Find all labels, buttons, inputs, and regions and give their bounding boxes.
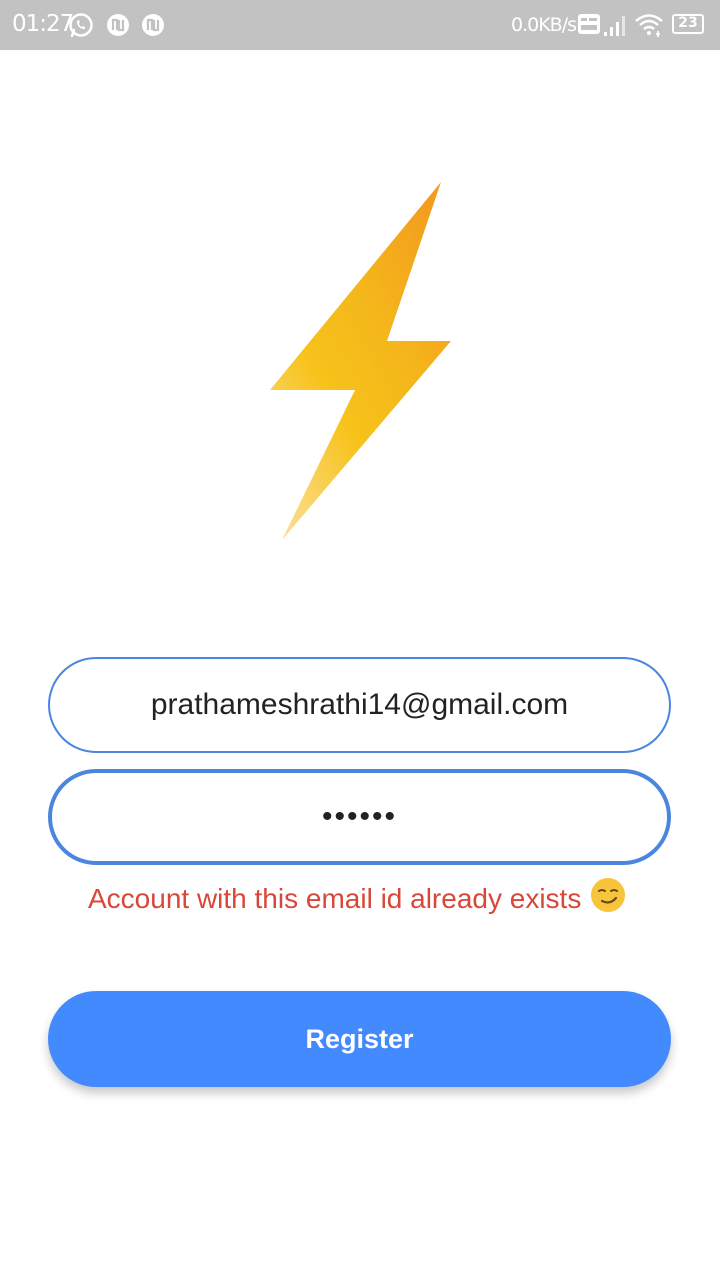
password-value: •••••• (321, 800, 398, 833)
error-message: Account with this email id already exist… (88, 876, 627, 921)
error-text: Account with this email id already exist… (88, 882, 582, 914)
register-button[interactable]: Register (48, 991, 671, 1087)
volte-icon (578, 14, 600, 34)
battery-icon: 23 (672, 14, 704, 34)
status-time: 01:27 (12, 11, 74, 37)
lightning-bolt-logo (270, 182, 451, 540)
password-field[interactable]: •••••• (48, 769, 671, 865)
notification-icon (142, 14, 164, 36)
battery-level: 23 (678, 15, 698, 31)
register-label: Register (305, 1023, 414, 1054)
network-speed: 0.0KB/s (511, 14, 577, 36)
smirk-emoji-icon (591, 878, 626, 912)
notification-icon (107, 14, 129, 36)
whatsapp-icon (69, 13, 93, 38)
wifi-icon (635, 14, 663, 37)
email-value: prathameshrathi14@gmail.com (150, 688, 569, 721)
email-field[interactable]: prathameshrathi14@gmail.com (48, 657, 671, 753)
smirk-emoji (589, 876, 627, 921)
status-bar: 01:27 0.0KB/s 23 (0, 0, 720, 50)
signal-icon (604, 16, 625, 36)
